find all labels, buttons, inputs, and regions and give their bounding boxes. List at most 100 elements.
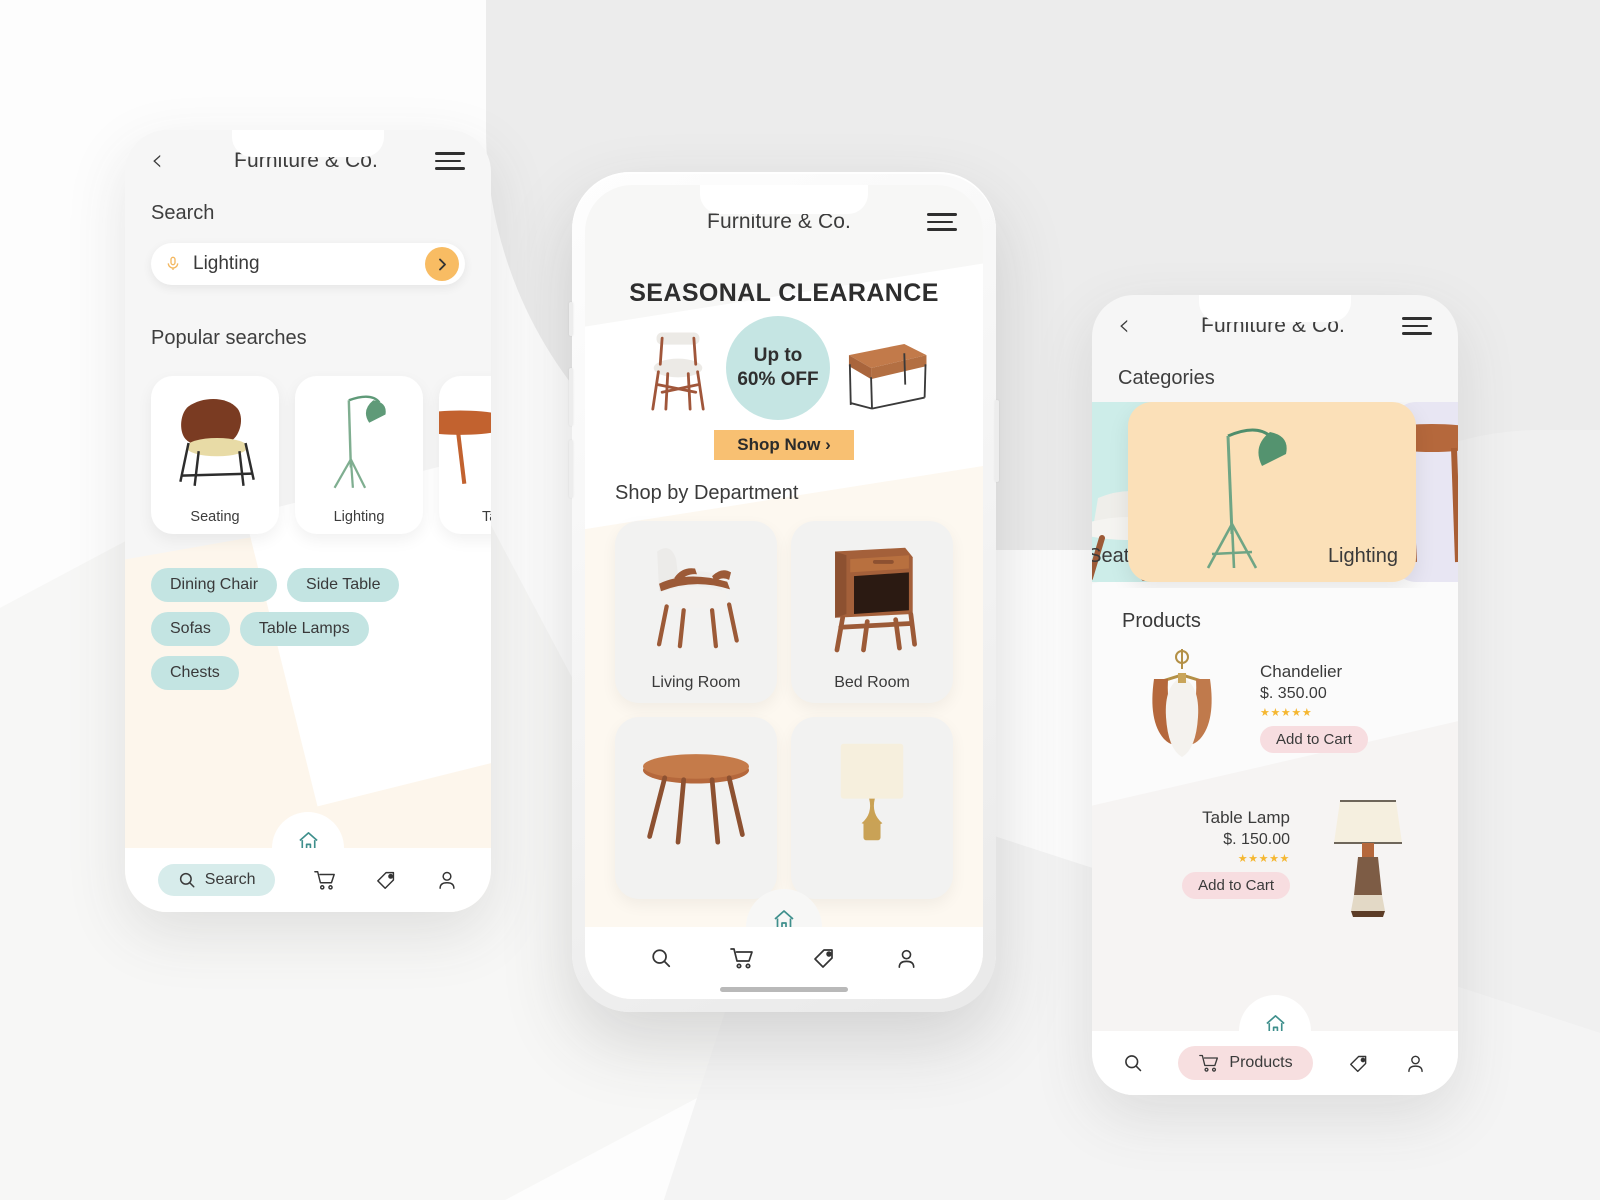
phone-search-screen: ‹ Furniture & Co. Search Lighting Popula… — [125, 130, 491, 912]
chip-table-lamps[interactable]: Table Lamps — [239, 612, 369, 646]
product-info: Chandelier $. 350.00 ★★★★★ Add to Cart — [1260, 662, 1368, 753]
bottom-navigation[interactable] — [585, 927, 983, 999]
search-icon — [651, 949, 670, 968]
category-label: Lighting — [1327, 545, 1398, 567]
product-info: Table Lamp $. 150.00 ★★★★★ Add to Cart — [1182, 808, 1290, 899]
device-button-power — [995, 400, 999, 482]
popular-card-lighting[interactable]: Lighting — [295, 376, 423, 534]
person-icon — [898, 949, 915, 968]
category-card-lighting[interactable]: Lighting — [1128, 402, 1416, 582]
department-label: Living Room — [651, 674, 741, 691]
mockup-stage: ‹ Furniture & Co. Search Lighting Popula… — [0, 0, 1600, 1200]
chip-chests[interactable]: Chests — [151, 656, 239, 690]
hamburger-icon[interactable] — [1402, 317, 1432, 335]
tag-icon — [814, 949, 833, 968]
product-name: Chandelier — [1260, 661, 1343, 681]
department-card-tables[interactable] — [615, 717, 777, 899]
popular-chip-list[interactable]: Dining Chair Side Table Sofas Table Lamp… — [125, 534, 455, 690]
banner-row: Up to 60% OFF — [585, 316, 983, 420]
nav-item-cart[interactable] — [313, 869, 337, 891]
device-notch — [700, 185, 868, 214]
lounge-chair-icon — [151, 384, 279, 496]
products-section-label: Products — [1122, 610, 1201, 632]
chandelier-icon — [1118, 643, 1246, 771]
bottom-navigation[interactable]: Search — [125, 848, 491, 912]
nav-item-account[interactable] — [895, 947, 918, 970]
person-icon — [439, 871, 455, 889]
categories-section-label: Categories — [1118, 367, 1215, 389]
popular-card-seating[interactable]: Seating — [151, 376, 279, 534]
search-icon — [1125, 1055, 1142, 1072]
popular-card-label: Lighting — [333, 509, 385, 525]
round-table-icon — [439, 384, 491, 496]
product-rating: ★★★★★ — [1237, 852, 1290, 865]
popular-searches-label: Popular searches — [151, 327, 307, 349]
bottom-navigation[interactable]: Products — [1092, 1031, 1458, 1095]
product-name: Table Lamp — [1202, 807, 1290, 827]
device-screen: Furniture & Co. SEASONAL CLEARANCE Up to… — [585, 185, 983, 999]
armchair-pair-icon — [625, 531, 767, 661]
nav-item-search[interactable] — [650, 947, 672, 969]
product-price: $. 350.00 — [1260, 684, 1327, 702]
person-icon — [1408, 1055, 1424, 1072]
department-card-lighting[interactable] — [791, 717, 953, 899]
nav-item-offers[interactable] — [375, 869, 399, 891]
hamburger-icon[interactable] — [927, 213, 957, 231]
nav-item-label: Products — [1229, 1054, 1293, 1071]
cart-icon — [314, 871, 335, 890]
product-row-chandelier[interactable]: Chandelier $. 350.00 ★★★★★ Add to Cart — [1092, 633, 1458, 771]
nav-item-account[interactable] — [1405, 1053, 1426, 1074]
table-lamp-icon — [801, 727, 943, 857]
chip-side-table[interactable]: Side Table — [287, 568, 400, 602]
cart-icon — [730, 948, 753, 969]
chevron-left-icon[interactable]: ‹ — [151, 146, 177, 176]
department-grid[interactable]: Living Room Bed Room — [585, 505, 983, 899]
deal-line-1: Up to — [753, 345, 803, 367]
banner-title: SEASONAL CLEARANCE — [629, 279, 939, 307]
microphone-icon[interactable] — [165, 255, 181, 273]
nav-item-search[interactable]: Search — [157, 864, 276, 896]
search-bar[interactable]: Lighting — [151, 243, 465, 285]
device-button-volume-up — [569, 368, 573, 426]
shop-now-button[interactable]: Shop Now › — [714, 430, 854, 460]
leather-stool-icon — [836, 323, 932, 413]
search-input[interactable]: Lighting — [193, 253, 425, 275]
phone-home-screen: Furniture & Co. SEASONAL CLEARANCE Up to… — [569, 172, 999, 1012]
phone-category-screen: ‹ Furniture & Co. Categories Seating Lig… — [1092, 295, 1458, 1095]
search-icon — [179, 872, 195, 888]
nav-item-cart[interactable] — [729, 946, 755, 970]
department-label: Bed Room — [834, 674, 910, 691]
device-notch — [232, 130, 384, 157]
nightstand-icon — [801, 531, 943, 661]
chevron-left-icon[interactable]: ‹ — [1118, 311, 1144, 341]
device-notch — [1199, 295, 1351, 322]
tag-icon — [376, 871, 394, 889]
chip-sofas[interactable]: Sofas — [151, 612, 230, 646]
categories-carousel[interactable]: Seating Lighting — [1092, 402, 1458, 588]
product-rating: ★★★★★ — [1260, 706, 1313, 719]
search-submit-button[interactable] — [425, 247, 459, 281]
nav-item-offers[interactable] — [1348, 1053, 1371, 1074]
deal-badge: Up to 60% OFF — [726, 316, 830, 420]
round-table-icon — [625, 727, 767, 857]
popular-searches-row[interactable]: Seating Lighting T — [125, 350, 491, 534]
add-to-cart-button[interactable]: Add to Cart — [1260, 725, 1368, 753]
nav-item-account[interactable] — [436, 869, 458, 891]
chip-dining-chair[interactable]: Dining Chair — [151, 568, 278, 602]
nav-item-offers[interactable] — [812, 946, 838, 970]
device-button-mute — [569, 302, 573, 336]
floor-lamp-icon — [295, 384, 423, 496]
popular-card-tables[interactable]: Tables — [439, 376, 491, 534]
popular-card-label: Tables — [482, 509, 491, 525]
nav-item-products[interactable]: Products — [1178, 1046, 1313, 1080]
department-card-bed-room[interactable]: Bed Room — [791, 521, 953, 703]
home-indicator — [720, 987, 848, 992]
search-section-label: Search — [151, 202, 215, 224]
department-card-living-room[interactable]: Living Room — [615, 521, 777, 703]
device-button-volume-down — [569, 440, 573, 498]
nav-item-search[interactable] — [1123, 1053, 1143, 1073]
product-row-table-lamp[interactable]: Table Lamp $. 150.00 ★★★★★ Add to Cart — [1092, 771, 1458, 917]
add-to-cart-button[interactable]: Add to Cart — [1182, 871, 1290, 899]
hamburger-icon[interactable] — [435, 152, 465, 170]
nav-item-label: Search — [204, 871, 256, 888]
